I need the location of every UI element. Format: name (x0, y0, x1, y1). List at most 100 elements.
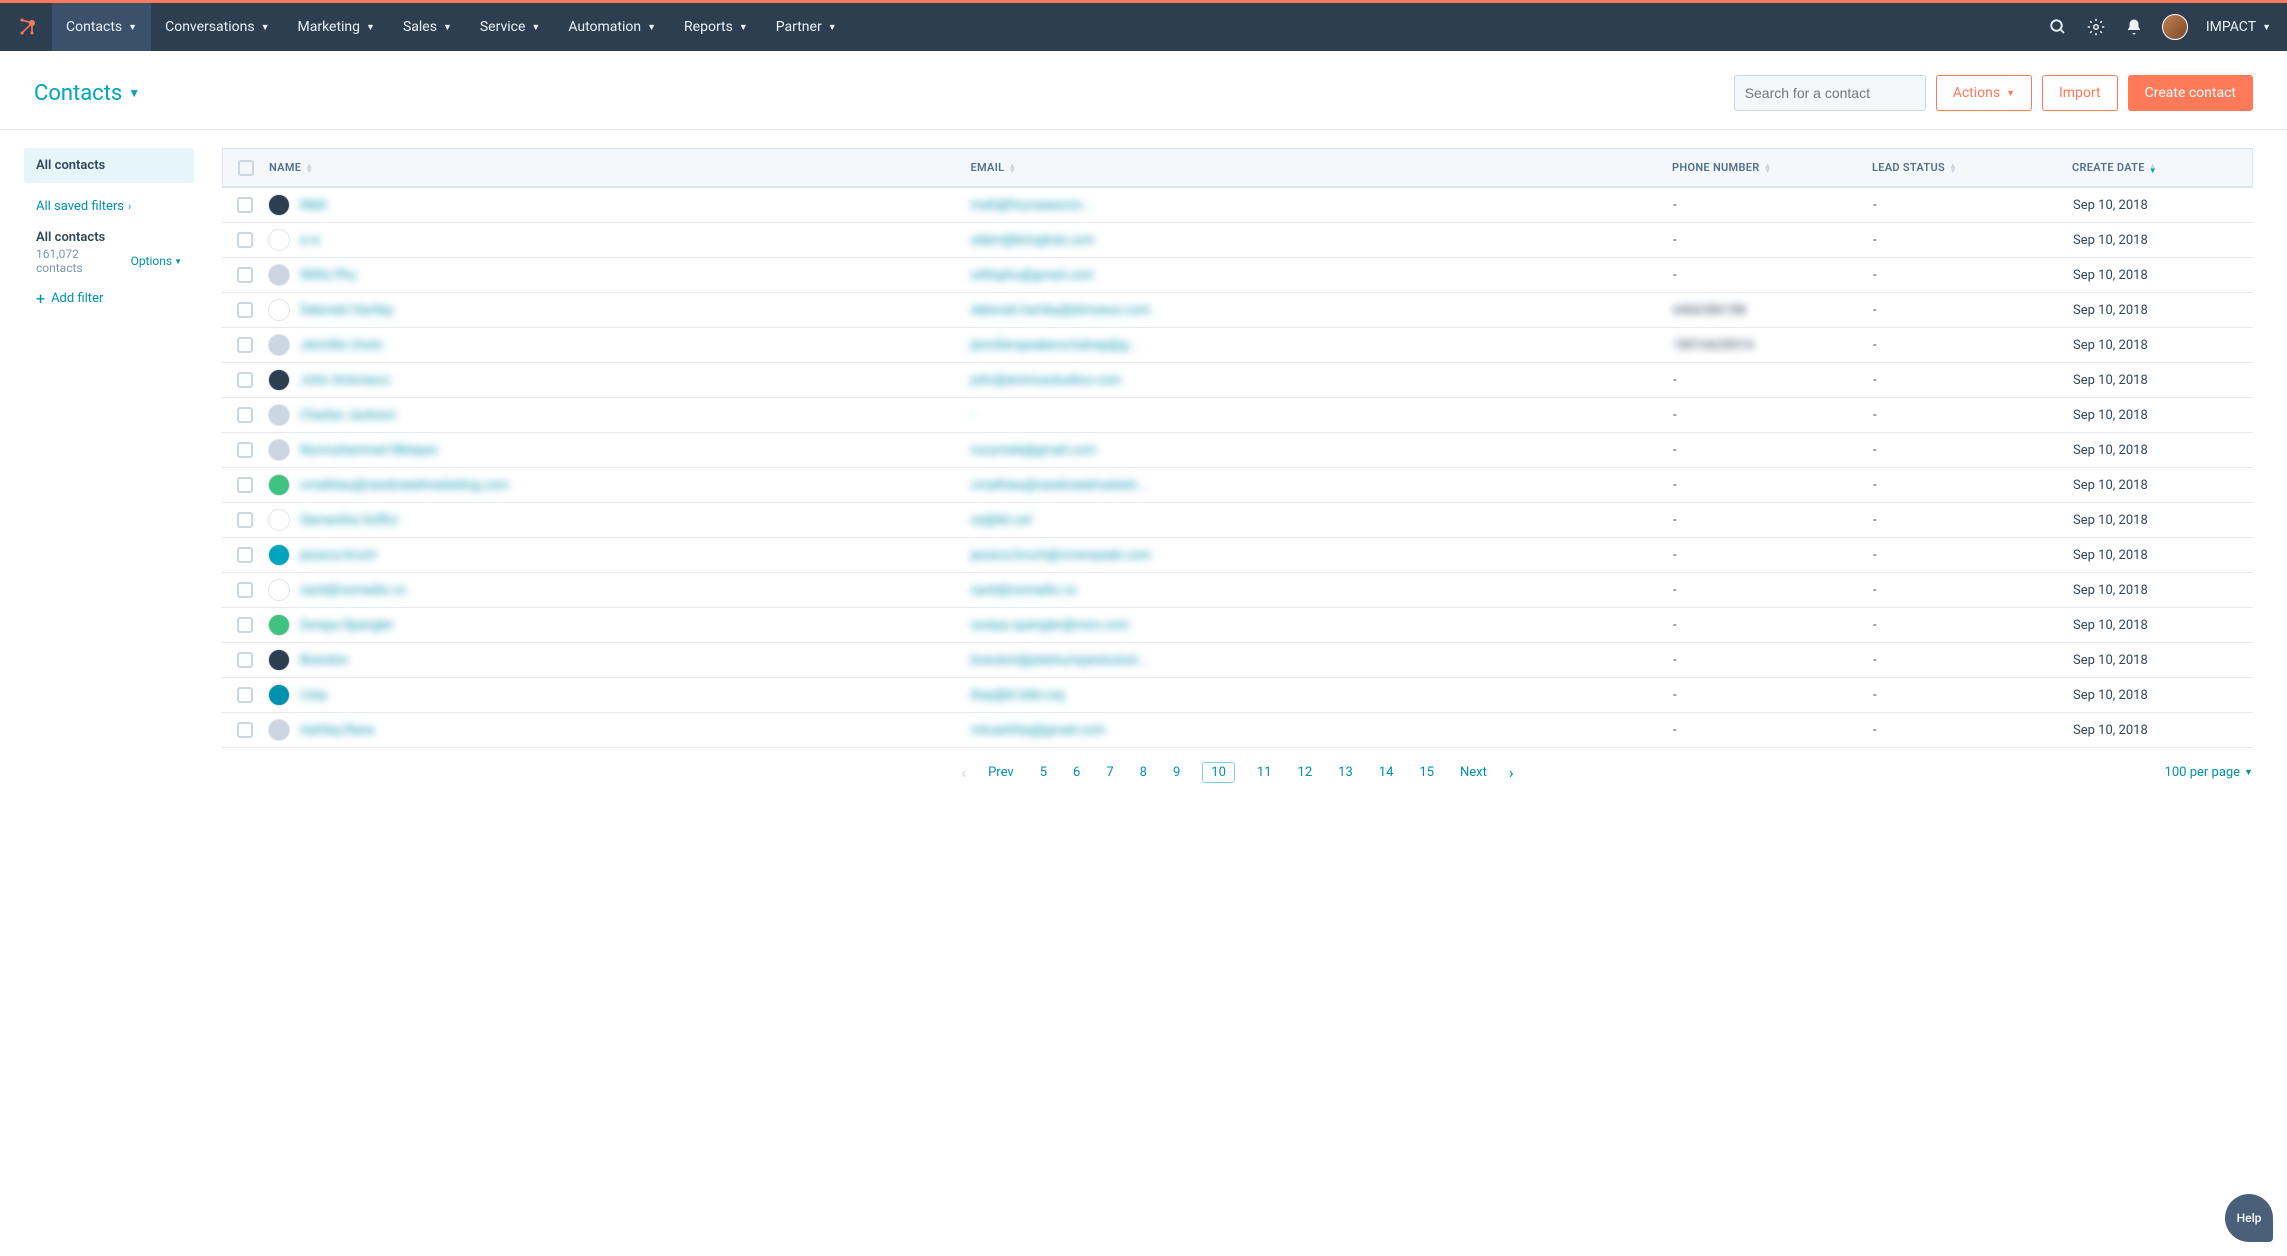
contact-email[interactable]: jenniferspeakersclubrep@g... (971, 338, 1674, 353)
actions-button[interactable]: Actions ▼ (1936, 75, 2032, 111)
contact-name-cell[interactable]: Willis Phu (268, 264, 971, 286)
contact-email[interactable]: willisphu@gmail.com (971, 268, 1674, 283)
user-avatar[interactable] (2162, 14, 2188, 40)
pager-prev-link[interactable]: Prev (984, 763, 1018, 782)
table-row[interactable]: Willis Phu willisphu@gmail.com - - Sep 1… (222, 258, 2253, 293)
row-checkbox[interactable] (237, 512, 253, 528)
sidebar-all-contacts-pill[interactable]: All contacts (24, 148, 194, 183)
pager-page-5[interactable]: 5 (1036, 763, 1051, 782)
pager-page-12[interactable]: 12 (1294, 763, 1317, 782)
nav-item-automation[interactable]: Automation▼ (554, 3, 670, 51)
contact-email[interactable]: adam@bringhub.com (971, 233, 1674, 248)
search-icon[interactable] (2048, 17, 2068, 37)
contact-name-cell[interactable]: Samantha Soffici (268, 509, 971, 531)
notifications-bell-icon[interactable] (2124, 17, 2144, 37)
row-checkbox[interactable] (237, 652, 253, 668)
settings-gear-icon[interactable] (2086, 17, 2106, 37)
row-checkbox[interactable] (237, 337, 253, 353)
row-checkbox[interactable] (237, 267, 253, 283)
contact-name-cell[interactable]: a w (268, 229, 971, 251)
contact-email[interactable]: mtcashfaq@gmail.com (971, 723, 1674, 738)
table-row[interactable]: zack@nomadix.co zack@nomadix.co - - Sep … (222, 573, 2253, 608)
row-checkbox[interactable] (237, 722, 253, 738)
table-row[interactable]: Samantha Soffici ss@ibt.onl - - Sep 10, … (222, 503, 2253, 538)
page-title-dropdown[interactable]: Contacts ▼ (34, 81, 140, 106)
contact-email[interactable]: ss@ibt.onl (971, 513, 1674, 528)
nav-item-partner[interactable]: Partner▼ (762, 3, 851, 51)
contact-email[interactable]: john@animusstudios.com (971, 373, 1674, 388)
contact-name-cell[interactable]: cmathieu@newbreedmarketing.com (268, 474, 971, 496)
contact-email[interactable]: brandon@platinumpestsoluti... (971, 653, 1674, 668)
row-checkbox[interactable] (237, 372, 253, 388)
row-checkbox[interactable] (237, 477, 253, 493)
filter-options-link[interactable]: Options ▼ (131, 254, 182, 268)
contact-email[interactable]: soraya.spangler@moo.com (971, 618, 1674, 633)
select-all-checkbox[interactable] (238, 160, 254, 176)
row-checkbox[interactable] (237, 442, 253, 458)
table-row[interactable]: Jennifer Urwin jenniferspeakersclubrep@g… (222, 328, 2253, 363)
contact-email[interactable]: zack@nomadix.co (971, 583, 1674, 598)
column-header-email[interactable]: EMAIL▲▼ (971, 161, 1673, 174)
contact-email[interactable]: cmathieu@newbreedmarketi... (971, 478, 1674, 493)
contact-email[interactable]: - (971, 408, 1674, 423)
row-checkbox[interactable] (237, 617, 253, 633)
help-button[interactable]: Help (2225, 1194, 2273, 1242)
row-checkbox[interactable] (237, 687, 253, 703)
search-input[interactable] (1745, 85, 1926, 101)
table-row[interactable]: cmathieu@newbreedmarketing.com cmathieu@… (222, 468, 2253, 503)
add-filter-button[interactable]: + Add filter (24, 289, 194, 308)
row-checkbox[interactable] (237, 302, 253, 318)
pager-page-10[interactable]: 10 (1202, 762, 1235, 783)
nav-item-service[interactable]: Service▼ (466, 3, 554, 51)
account-switcher[interactable]: IMPACT ▼ (2206, 19, 2271, 35)
pager-prev-arrow-icon[interactable]: ‹ (961, 763, 966, 782)
contact-email[interactable]: matt@fourseasons... (971, 198, 1674, 213)
column-header-name[interactable]: NAME▲▼ (269, 161, 971, 174)
table-row[interactable]: Charles Jackson - - - Sep 10, 2018 (222, 398, 2253, 433)
import-button[interactable]: Import (2042, 75, 2118, 111)
contact-name-cell[interactable]: zack@nomadix.co (268, 579, 971, 601)
table-row[interactable]: Matt matt@fourseasons... - - Sep 10, 201… (222, 188, 2253, 223)
contact-name-cell[interactable]: Charles Jackson (268, 404, 971, 426)
contact-name-cell[interactable]: John Antonacci (268, 369, 971, 391)
column-header-lead-status[interactable]: LEAD STATUS▲▼ (1872, 161, 2072, 174)
table-row[interactable]: Ashfaq Rana mtcashfaq@gmail.com - - Sep … (222, 713, 2253, 748)
column-header-create-date[interactable]: CREATE DATE▲▼ (2072, 161, 2252, 174)
pager-page-8[interactable]: 8 (1136, 763, 1151, 782)
contact-email[interactable]: jessica.bruch@crownpeak.com (971, 548, 1674, 563)
table-row[interactable]: Nurmuhammet Melayev nurymele@gmail.com -… (222, 433, 2253, 468)
row-checkbox[interactable] (237, 407, 253, 423)
contact-name-cell[interactable]: Deborah Hartley (268, 299, 971, 321)
row-checkbox[interactable] (237, 582, 253, 598)
contact-email[interactable]: nurymele@gmail.com (971, 443, 1674, 458)
row-checkbox[interactable] (237, 197, 253, 213)
table-row[interactable]: jessica bruch jessica.bruch@crownpeak.co… (222, 538, 2253, 573)
table-row[interactable]: Lhey lhey@kt.bbb.org - - Sep 10, 2018 (222, 678, 2253, 713)
pager-page-15[interactable]: 15 (1415, 763, 1438, 782)
contact-name-cell[interactable]: Ashfaq Rana (268, 719, 971, 741)
pager-page-9[interactable]: 9 (1169, 763, 1184, 782)
column-header-phone[interactable]: PHONE NUMBER▲▼ (1672, 161, 1872, 174)
pager-page-14[interactable]: 14 (1375, 763, 1398, 782)
all-saved-filters-link[interactable]: All saved filters › (24, 197, 194, 216)
contact-name-cell[interactable]: Jennifer Urwin (268, 334, 971, 356)
contact-name-cell[interactable]: Brandon (268, 649, 971, 671)
nav-item-sales[interactable]: Sales▼ (389, 3, 466, 51)
row-checkbox[interactable] (237, 232, 253, 248)
pager-page-7[interactable]: 7 (1102, 763, 1117, 782)
pager-page-6[interactable]: 6 (1069, 763, 1084, 782)
hubspot-logo-icon[interactable] (16, 15, 40, 39)
table-row[interactable]: Brandon brandon@platinumpestsoluti... - … (222, 643, 2253, 678)
nav-item-reports[interactable]: Reports▼ (670, 3, 762, 51)
pager-page-11[interactable]: 11 (1253, 763, 1276, 782)
contact-email[interactable]: lhey@kt.bbb.org (971, 688, 1674, 703)
pager-page-13[interactable]: 13 (1334, 763, 1357, 782)
contact-name-cell[interactable]: Matt (268, 194, 971, 216)
contact-name-cell[interactable]: jessica bruch (268, 544, 971, 566)
table-row[interactable]: a w adam@bringhub.com - - Sep 10, 2018 (222, 223, 2253, 258)
contact-name-cell[interactable]: Soraya Spangler (268, 614, 971, 636)
table-row[interactable]: John Antonacci john@animusstudios.com - … (222, 363, 2253, 398)
contact-email[interactable]: deborah.hartley@dmnews.com (971, 303, 1674, 318)
row-checkbox[interactable] (237, 547, 253, 563)
pager-next-link[interactable]: Next (1456, 763, 1491, 782)
